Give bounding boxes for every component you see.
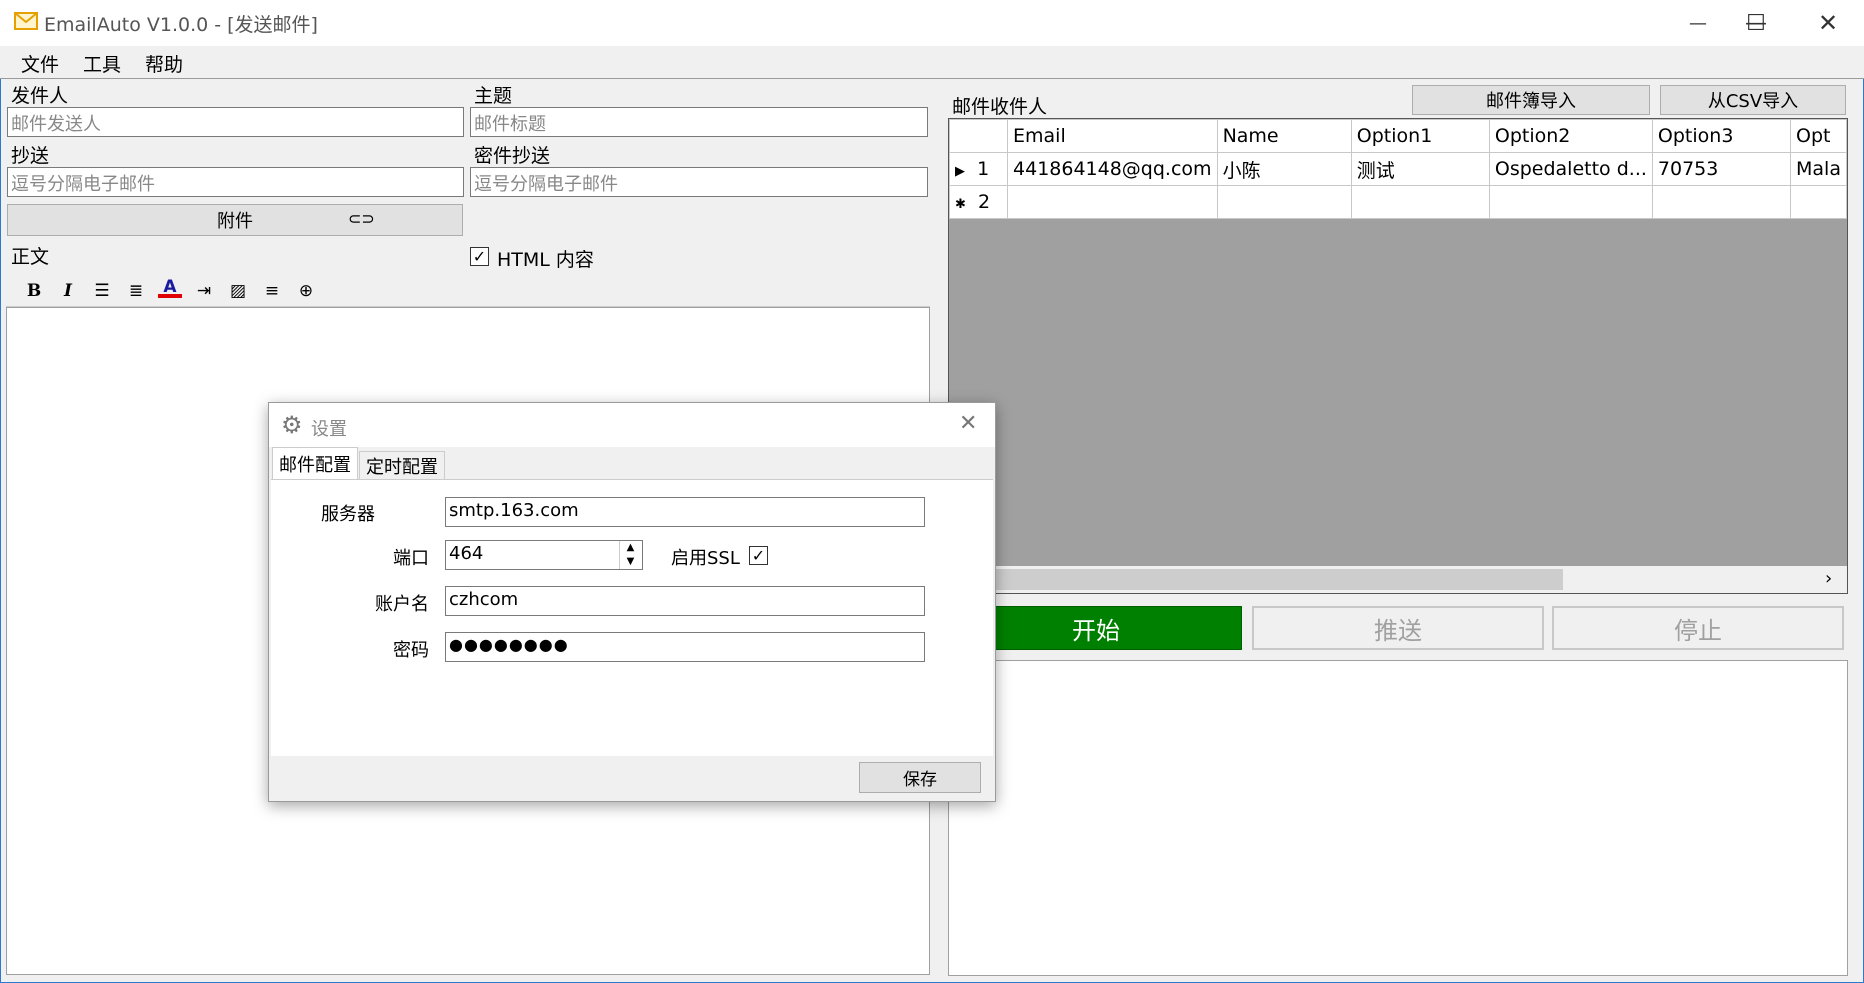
stop-button[interactable]: 停止 (1552, 606, 1844, 650)
dialog-close-icon[interactable]: ✕ (959, 411, 977, 436)
server-input[interactable]: smtp.163.com (445, 497, 925, 527)
row-number: 2 (978, 191, 991, 213)
column-header[interactable]: Email (1007, 119, 1218, 153)
column-header[interactable]: Option3 (1651, 119, 1792, 153)
cc-label: 抄送 (11, 145, 50, 167)
align-icon[interactable]: ≡ (260, 280, 284, 302)
tab-mail-config[interactable]: 邮件配置 (272, 447, 358, 480)
column-header[interactable]: Option2 (1488, 119, 1653, 153)
subject-label: 主题 (474, 85, 513, 107)
current-row-icon: ▶ (955, 164, 965, 179)
ssl-label: 启用SSL (671, 548, 740, 569)
table-cell[interactable]: 70753 (1651, 152, 1792, 186)
menu-tools[interactable]: 工具 (83, 50, 121, 77)
table-row[interactable]: ✱ 2 (949, 185, 1847, 219)
table-cell[interactable] (1350, 185, 1490, 219)
new-row-icon: ✱ (955, 197, 966, 212)
table-cell[interactable]: Mala (1790, 152, 1847, 186)
indent-icon[interactable]: ⇥ (192, 280, 216, 302)
gear-icon: ⚙ (281, 411, 303, 439)
table-cell[interactable] (1007, 185, 1218, 219)
table-cell[interactable]: Ospedaletto d... (1488, 152, 1653, 186)
sender-input[interactable]: 邮件发送人 (7, 107, 464, 137)
settings-dialog: ⚙ 设置 ✕ 邮件配置 定时配置 服务器 smtp.163.com 端口 464… (268, 402, 996, 802)
table-cell[interactable] (1651, 185, 1792, 219)
import-csv-button[interactable]: 从CSV导入 (1660, 85, 1846, 115)
push-button[interactable]: 推送 (1252, 606, 1544, 650)
table-cell[interactable] (1790, 185, 1847, 219)
ssl-checkbox[interactable]: ✓ (749, 546, 768, 565)
globe-icon[interactable]: ⊕ (294, 280, 318, 302)
maximize-button[interactable]: ☐ (1726, 0, 1786, 46)
row-number: 1 (977, 158, 990, 180)
import-book-button[interactable]: 邮件簿导入 (1412, 85, 1650, 115)
scroll-right-icon[interactable]: › (1825, 568, 1832, 589)
scrollbar-thumb[interactable] (989, 569, 1563, 590)
menu-help[interactable]: 帮助 (145, 50, 183, 77)
table-header: Email Name Option1 Option2 Option3 Opt (949, 119, 1847, 153)
row-header[interactable]: ▶ 1 (949, 152, 1009, 186)
dialog-body: 服务器 smtp.163.com 端口 464 ▲ ▼ 启用SSL ✓ 账户名 c… (271, 479, 993, 756)
table-cell[interactable] (1216, 185, 1352, 219)
port-input[interactable]: 464 (445, 540, 643, 570)
minimize-button-glyph[interactable]: — (1668, 0, 1728, 46)
cc-input[interactable]: 逗号分隔电子邮件 (7, 167, 464, 197)
attach-label: 附件 (217, 211, 253, 232)
image-icon[interactable]: ▨ (226, 280, 250, 302)
bold-icon[interactable]: B (22, 280, 46, 302)
recipients-grid: Email Name Option1 Option2 Option3 Opt ▶… (948, 118, 1848, 594)
bcc-input[interactable]: 逗号分隔电子邮件 (470, 167, 928, 197)
port-stepper[interactable]: ▲ ▼ (619, 541, 641, 569)
close-button[interactable]: ✕ (1798, 0, 1858, 46)
window-title: EmailAuto V1.0.0 - [发送邮件] (44, 14, 318, 36)
menu-file[interactable]: 文件 (21, 50, 59, 77)
bullet-list-icon[interactable]: ☰ (90, 280, 114, 302)
font-color-icon[interactable]: A (158, 277, 182, 298)
table-cell[interactable] (1488, 185, 1653, 219)
dialog-title-bar: ⚙ 设置 ✕ (269, 403, 995, 447)
dialog-title: 设置 (311, 419, 347, 440)
table-cell[interactable]: 441864148@qq.com (1007, 152, 1218, 186)
server-label: 服务器 (321, 504, 375, 525)
table-cell[interactable]: 小陈 (1216, 152, 1352, 186)
subject-input[interactable]: 邮件标题 (470, 107, 928, 137)
column-header[interactable]: Name (1216, 119, 1352, 153)
body-label: 正文 (11, 246, 50, 268)
row-header-corner (949, 119, 1009, 153)
attach-button[interactable]: 附件 ⊂⊃ (7, 204, 463, 236)
column-header[interactable]: Option1 (1350, 119, 1490, 153)
sender-label: 发件人 (11, 85, 69, 107)
row-header[interactable]: ✱ 2 (949, 185, 1009, 219)
paperclip-icon: ⊂⊃ (348, 209, 375, 228)
envelope-icon (14, 12, 38, 30)
log-panel (948, 660, 1848, 976)
account-label: 账户名 (375, 594, 429, 615)
bcc-label: 密件抄送 (474, 145, 551, 167)
table-cell[interactable]: 测试 (1350, 152, 1490, 186)
italic-icon[interactable]: I (56, 280, 80, 302)
horizontal-scrollbar[interactable]: › (949, 566, 1847, 593)
account-input[interactable]: czhcom (445, 586, 925, 616)
title-bar: EmailAuto V1.0.0 - [发送邮件] — (0, 0, 1864, 46)
column-header[interactable]: Opt (1790, 119, 1847, 153)
recipients-label: 邮件收件人 (952, 96, 1048, 118)
html-label: HTML 内容 (497, 249, 594, 271)
justify-icon[interactable]: ≣ (124, 280, 148, 302)
password-input[interactable]: ●●●●●●●● (445, 632, 925, 662)
password-label: 密码 (393, 640, 429, 661)
editor-toolbar: B I ☰ ≣ A ⇥ ▨ ≡ ⊕ (6, 276, 930, 307)
recipients-table: Email Name Option1 Option2 Option3 Opt ▶… (949, 119, 1847, 219)
menu-bar: 文件 工具 帮助 (0, 46, 1864, 79)
tab-schedule-config[interactable]: 定时配置 (359, 451, 445, 480)
save-button[interactable]: 保存 (859, 762, 981, 793)
table-row[interactable]: ▶ 1 441864148@qq.com 小陈 测试 Ospedaletto d… (949, 152, 1847, 186)
html-checkbox[interactable]: ✓ (470, 247, 489, 266)
port-label: 端口 (393, 548, 429, 569)
